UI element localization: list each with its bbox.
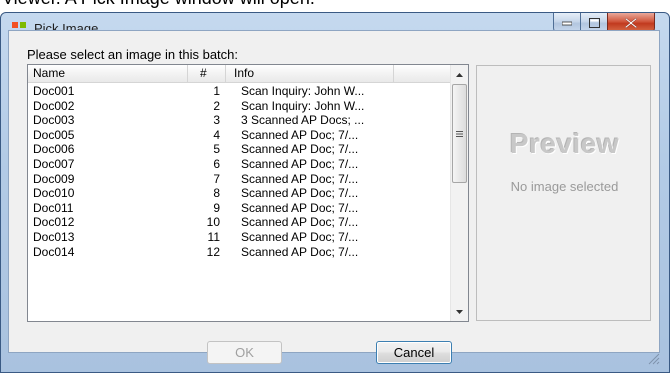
column-header-info[interactable]: Info (226, 65, 394, 82)
item-info: Scanned AP Doc; 7/... (241, 201, 359, 215)
item-name: Doc005 (33, 128, 75, 142)
close-icon (625, 17, 637, 28)
maximize-icon (588, 17, 600, 28)
minimize-icon (562, 21, 572, 25)
cancel-button[interactable]: Cancel (376, 341, 452, 364)
item-name: Doc011 (33, 201, 74, 215)
vertical-scrollbar[interactable] (450, 65, 468, 321)
document-caption: Viewer. A Pick Image window will open. (2, 0, 315, 9)
ok-button[interactable]: OK (207, 341, 282, 364)
item-info: Scanned AP Doc; 7/... (241, 143, 359, 157)
list-item[interactable]: Doc006 5 Scanned AP Doc; 7/... (28, 143, 450, 156)
item-info: 3 Scanned AP Docs; ... (241, 114, 365, 128)
list-item[interactable]: Doc003 3 3 Scanned AP Docs; ... (28, 114, 450, 127)
item-info: Scanned AP Doc; 7/... (241, 128, 359, 142)
list-item[interactable]: Doc013 11 Scanned AP Doc; 7/... (28, 231, 450, 244)
item-info: Scan Inquiry: John W... (241, 99, 365, 113)
item-name: Doc002 (33, 99, 75, 113)
list-item[interactable]: Doc012 10 Scanned AP Doc; 7/... (28, 216, 450, 229)
item-number: 9 (213, 201, 220, 215)
select-image-prompt: Please select an image in this batch: (27, 47, 239, 62)
item-number: 5 (213, 143, 220, 157)
item-info: Scan Inquiry: John W... (241, 85, 365, 98)
item-number: 2 (213, 99, 220, 113)
item-name: Doc014 (33, 245, 75, 259)
item-number: 10 (206, 216, 220, 230)
scroll-up-button[interactable] (451, 66, 468, 83)
item-info: Scanned AP Doc; 7/... (241, 245, 359, 259)
item-name: Doc009 (33, 172, 75, 186)
item-name: Doc012 (33, 216, 75, 230)
arrow-up-icon (456, 72, 463, 77)
column-header-name[interactable]: Name (28, 65, 188, 82)
list-item[interactable]: Doc011 9 Scanned AP Doc; 7/... (28, 202, 450, 215)
item-info: Scanned AP Doc; 7/... (241, 231, 359, 244)
item-number: 4 (213, 128, 220, 142)
item-name: Doc006 (33, 143, 75, 157)
item-info: Scanned AP Doc; 7/... (241, 187, 359, 201)
item-name: Doc013 (33, 231, 75, 244)
preview-placeholder: No image selected (510, 179, 619, 194)
list-item[interactable]: Doc009 7 Scanned AP Doc; 7/... (28, 173, 450, 186)
scroll-thumb[interactable] (452, 84, 467, 183)
item-number: 3 (213, 114, 220, 128)
list-item[interactable]: Doc007 6 Scanned AP Doc; 7/... (28, 158, 450, 171)
list-item[interactable]: Doc001 1 Scan Inquiry: John W... (28, 85, 450, 98)
image-list[interactable]: Name # Info Doc001 1 Scan Inquiry: John W.… (27, 64, 469, 322)
item-name: Doc001 (33, 85, 75, 98)
column-header-number[interactable]: # (188, 65, 226, 82)
resize-grip-icon[interactable] (648, 353, 660, 365)
list-item[interactable]: Doc010 8 Scanned AP Doc; 7/... (28, 187, 450, 200)
item-number: 12 (206, 245, 220, 259)
arrow-down-icon (456, 309, 463, 314)
item-number: 8 (213, 187, 220, 201)
list-item[interactable]: Doc005 4 Scanned AP Doc; 7/... (28, 129, 450, 142)
scroll-down-button[interactable] (451, 303, 468, 320)
list-item[interactable]: Doc014 12 Scanned AP Doc; 7/... (28, 246, 450, 259)
item-name: Doc010 (33, 187, 75, 201)
list-header: Name # Info (28, 65, 450, 83)
preview-title: Preview (509, 128, 620, 159)
item-name: Doc007 (33, 158, 75, 171)
item-number: 1 (213, 85, 220, 98)
item-number: 6 (213, 158, 220, 171)
list-item[interactable]: Doc002 2 Scan Inquiry: John W... (28, 100, 450, 113)
item-info: Scanned AP Doc; 7/... (241, 172, 359, 186)
item-name: Doc003 (33, 114, 75, 128)
item-number: 11 (207, 231, 220, 244)
item-info: Scanned AP Doc; 7/... (241, 216, 359, 230)
item-info: Scanned AP Doc; 7/... (241, 158, 359, 171)
grip-lines-icon (456, 130, 463, 137)
item-number: 7 (213, 172, 220, 186)
image-preview-panel: Preview No image selected (476, 65, 651, 321)
